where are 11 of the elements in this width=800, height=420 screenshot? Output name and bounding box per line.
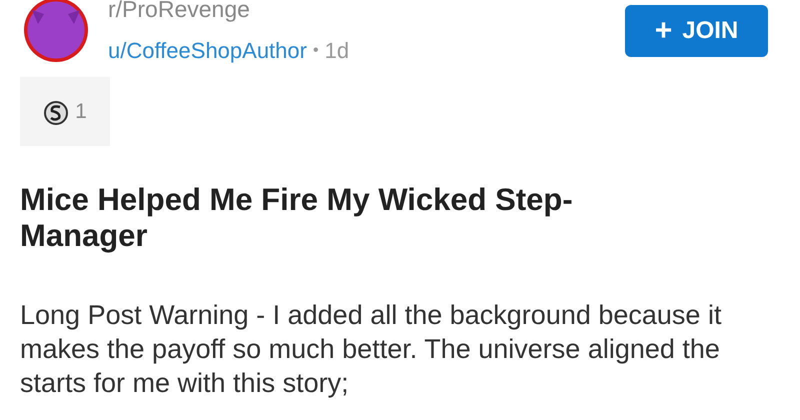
award-count: 1 [75, 98, 87, 125]
post-body: Long Post Warning - I added all the background because it makes the payoff so much better. The universe aligned the starts for me with this story; [20, 299, 722, 400]
post-title: Mice Helped Me Fire My Wicked Step-Manager [20, 182, 574, 254]
plus-icon: + [654, 16, 672, 46]
subreddit-avatar-icon[interactable] [22, 0, 90, 64]
subreddit-name[interactable]: r/ProRevenge [108, 0, 350, 22]
award-badge[interactable]: 1 [20, 77, 110, 146]
post-age: 1d [324, 38, 350, 64]
author-link[interactable]: u/CoffeeShopAuthor [108, 38, 307, 64]
join-button[interactable]: + JOIN [625, 5, 768, 57]
separator-dot: • [312, 41, 319, 61]
